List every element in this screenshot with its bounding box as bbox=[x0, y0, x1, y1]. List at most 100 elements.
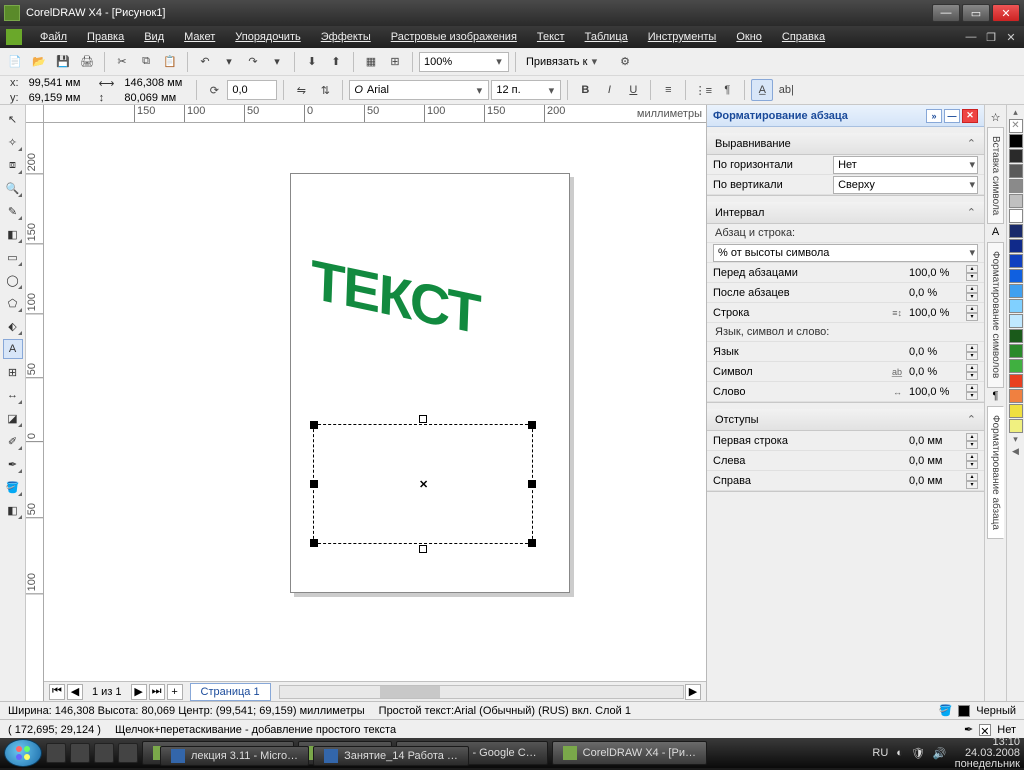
task-item[interactable]: лекция 3.11 - Micro… bbox=[160, 746, 309, 766]
ruler-origin[interactable] bbox=[26, 105, 44, 123]
page-next-button[interactable]: ▶ bbox=[131, 684, 147, 700]
redo-button[interactable]: ↷ bbox=[242, 51, 264, 73]
menu-edit[interactable]: Правка bbox=[77, 28, 134, 46]
swatch[interactable] bbox=[1009, 329, 1023, 343]
print-button[interactable]: 🖨 bbox=[76, 51, 98, 73]
quicklaunch-2-icon[interactable] bbox=[70, 743, 90, 763]
table-tool[interactable]: ⊞ bbox=[3, 362, 23, 382]
swatch[interactable] bbox=[1009, 209, 1023, 223]
task-item[interactable]: Занятие_14 Работа … bbox=[313, 746, 469, 766]
redo-dropdown-icon[interactable]: ▾ bbox=[266, 51, 288, 73]
quicklaunch-ie-icon[interactable] bbox=[46, 743, 66, 763]
x-value[interactable]: 99,541 мм bbox=[29, 77, 89, 90]
menu-table[interactable]: Таблица bbox=[575, 28, 638, 46]
swatch[interactable] bbox=[1009, 254, 1023, 268]
italic-button[interactable]: I bbox=[598, 79, 620, 101]
menu-window[interactable]: Окно bbox=[726, 28, 772, 46]
undo-dropdown-icon[interactable]: ▾ bbox=[218, 51, 240, 73]
page-tab-1[interactable]: Страница 1 bbox=[190, 683, 271, 701]
crop-tool[interactable]: ⧈ bbox=[3, 155, 23, 175]
menu-file[interactable]: Файл bbox=[30, 28, 77, 46]
handle-bottom-mid[interactable] bbox=[419, 545, 427, 553]
docker-tab-para-icon[interactable]: ¶ bbox=[993, 390, 999, 404]
handle-bottom-left[interactable] bbox=[310, 539, 318, 547]
menu-tools[interactable]: Инструменты bbox=[638, 28, 727, 46]
zoom-tool[interactable]: 🔍 bbox=[3, 178, 23, 198]
menu-effects[interactable]: Эффекты bbox=[311, 28, 381, 46]
spacing-section-header[interactable]: Интервал⌃ bbox=[707, 202, 984, 224]
first-line-value[interactable]: 0,0 мм bbox=[906, 434, 966, 448]
new-button[interactable]: 📄 bbox=[4, 51, 26, 73]
docker-tab-para-format[interactable]: Форматирование абзаца bbox=[987, 406, 1004, 539]
font-dropdown[interactable]: OArial▾ bbox=[349, 80, 489, 100]
docker-tab-insert-char[interactable]: Вставка символа bbox=[987, 127, 1004, 224]
spacing-unit-dropdown[interactable]: % от высоты символа▾ bbox=[713, 244, 978, 262]
handle-bottom-right[interactable] bbox=[528, 539, 536, 547]
mirror-v-button[interactable]: ⇅ bbox=[314, 79, 336, 101]
swatch[interactable] bbox=[1009, 134, 1023, 148]
v-align-dropdown[interactable]: Сверху▾ bbox=[833, 176, 978, 194]
word-value[interactable]: 100,0 % bbox=[906, 385, 966, 399]
doc-close-icon[interactable]: ✕ bbox=[1004, 31, 1018, 44]
welcome-button[interactable]: ⊞ bbox=[384, 51, 406, 73]
smartfill-tool[interactable]: ◧ bbox=[3, 224, 23, 244]
before-para-value[interactable]: 100,0 % bbox=[906, 266, 966, 280]
handle-top-right[interactable] bbox=[528, 421, 536, 429]
menu-help[interactable]: Справка bbox=[772, 28, 835, 46]
swatch[interactable] bbox=[1009, 389, 1023, 403]
angle-field[interactable]: 0,0 bbox=[227, 80, 277, 100]
ruler-horizontal[interactable]: 150 100 50 0 50 100 150 200 миллиметры bbox=[44, 105, 706, 123]
docker-close-button[interactable]: ✕ bbox=[962, 109, 978, 123]
page-prev-button[interactable]: ◀ bbox=[67, 684, 83, 700]
dropcap-button[interactable]: ¶ bbox=[716, 79, 738, 101]
swatch[interactable] bbox=[1009, 314, 1023, 328]
eyedropper-tool[interactable]: ✐ bbox=[3, 431, 23, 451]
maximize-button[interactable]: ▭ bbox=[962, 4, 990, 22]
swatch[interactable] bbox=[1009, 359, 1023, 373]
swatch[interactable] bbox=[1009, 419, 1023, 433]
ruler-vertical[interactable]: 200 150 100 50 0 50 100 bbox=[26, 123, 44, 701]
handle-top-mid[interactable] bbox=[419, 415, 427, 423]
zoom-dropdown[interactable]: 100%▾ bbox=[419, 52, 509, 72]
outline-tool[interactable]: ✒ bbox=[3, 454, 23, 474]
interactive-fill-tool[interactable]: ◧ bbox=[3, 500, 23, 520]
export-button[interactable]: ⬆ bbox=[325, 51, 347, 73]
underline-button[interactable]: U bbox=[622, 79, 644, 101]
docker-tab-star-icon[interactable]: ☆ bbox=[991, 111, 1001, 125]
undo-button[interactable]: ↶ bbox=[194, 51, 216, 73]
swatch[interactable] bbox=[1009, 344, 1023, 358]
minimize-button[interactable]: — bbox=[932, 4, 960, 22]
menu-bitmaps[interactable]: Растровые изображения bbox=[381, 28, 527, 46]
quicklaunch-4-icon[interactable] bbox=[118, 743, 138, 763]
h-value[interactable]: 80,069 мм bbox=[124, 92, 184, 104]
menu-arrange[interactable]: Упорядочить bbox=[225, 28, 310, 46]
swatch[interactable] bbox=[1009, 164, 1023, 178]
swatch[interactable] bbox=[1009, 179, 1023, 193]
lang-indicator[interactable]: RU bbox=[872, 747, 888, 759]
lang-spinner[interactable]: ▴▾ bbox=[966, 344, 978, 360]
close-button[interactable]: ✕ bbox=[992, 4, 1020, 22]
tray-vol-icon[interactable]: 🔊 bbox=[933, 747, 947, 760]
outline-swatch[interactable]: ✕ bbox=[979, 724, 991, 736]
left-indent-value[interactable]: 0,0 мм bbox=[906, 454, 966, 468]
save-button[interactable]: 💾 bbox=[52, 51, 74, 73]
snap-dropdown[interactable]: Привязать к▾ bbox=[522, 52, 612, 72]
swatch[interactable] bbox=[1009, 239, 1023, 253]
polygon-tool[interactable]: ⬠ bbox=[3, 293, 23, 313]
horizontal-scrollbar[interactable] bbox=[279, 685, 684, 699]
task-item-active[interactable]: CorelDRAW X4 - [Ри… bbox=[552, 741, 707, 765]
swatch[interactable] bbox=[1009, 194, 1023, 208]
dimension-tool[interactable]: ↔ bbox=[3, 385, 23, 405]
bold-button[interactable]: B bbox=[574, 79, 596, 101]
swatch[interactable] bbox=[1009, 269, 1023, 283]
align-section-header[interactable]: Выравнивание⌃ bbox=[707, 133, 984, 155]
palette-up-icon[interactable]: ▴ bbox=[1013, 107, 1018, 118]
page-last-button[interactable]: ⏭ bbox=[149, 684, 165, 700]
tray-net-icon[interactable]: ◐ bbox=[896, 747, 903, 759]
tray-clock[interactable]: 13:10 24.03.2008 понедельник bbox=[955, 737, 1020, 770]
docker-collapse-button[interactable]: » bbox=[926, 109, 942, 123]
char-value[interactable]: 0,0 % bbox=[906, 365, 966, 379]
handle-mid-left[interactable] bbox=[310, 480, 318, 488]
doc-restore-icon[interactable]: ❐ bbox=[984, 31, 998, 44]
fill-swatch[interactable] bbox=[958, 705, 970, 717]
